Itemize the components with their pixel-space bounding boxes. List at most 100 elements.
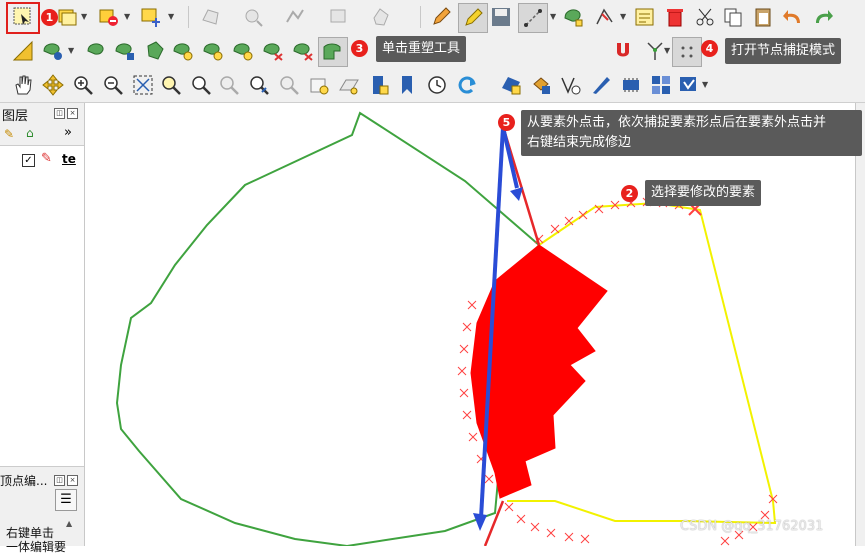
temporal-icon[interactable] [426, 74, 448, 96]
vertex-panel-title: 顶点编... [0, 474, 48, 488]
selected-feature[interactable] [470, 244, 608, 499]
step-5-badge: 5 [498, 114, 515, 131]
snapping-magnet-icon[interactable] [612, 40, 634, 62]
chevron-down-icon[interactable]: ▼ [664, 46, 670, 55]
add-line-icon [284, 6, 306, 28]
copy-icon[interactable] [722, 6, 744, 28]
offset-icon[interactable] [202, 40, 224, 62]
vertex-label-icon[interactable] [560, 74, 582, 96]
chevron-down-icon[interactable]: ▼ [81, 12, 87, 21]
layer-tree: ✓ ✎ te [0, 145, 84, 467]
watermark: CSDN @qq_31762031 [680, 519, 824, 534]
label-icon[interactable] [500, 74, 522, 96]
hint-line-1: 右键单击 [6, 526, 55, 540]
pan-to-selection-icon[interactable] [42, 74, 64, 96]
save-edits-icon[interactable] [490, 6, 512, 28]
snap-vertex-icon[interactable] [672, 37, 702, 67]
show-bookmarks-icon[interactable] [368, 74, 390, 96]
step-4-badge: 4 [701, 40, 718, 57]
delete-part-icon[interactable] [262, 40, 284, 62]
edit-attributes-icon[interactable] [634, 6, 656, 28]
layer-visibility-checkbox[interactable]: ✓ [22, 154, 35, 167]
toolbar-row-3: ▼ [0, 68, 865, 103]
rule-label-icon[interactable] [530, 74, 552, 96]
zoom-out-icon[interactable] [102, 74, 124, 96]
filter-icon[interactable]: ⌂ [26, 126, 34, 140]
tooltip-snap-mode: 打开节点捕捉模式 [725, 38, 842, 64]
measure-icon[interactable] [12, 40, 34, 62]
chevron-down-icon[interactable]: ▼ [702, 80, 708, 89]
diagram-icon[interactable] [590, 74, 612, 96]
hint-line-2: 一体编辑要 [6, 540, 67, 554]
deselect-icon[interactable] [98, 6, 120, 28]
reshape-icon[interactable] [318, 37, 348, 67]
refresh-icon[interactable] [456, 74, 478, 96]
show-hide-icon[interactable] [650, 74, 672, 96]
move-label-icon[interactable] [678, 74, 700, 96]
paste-icon[interactable] [752, 6, 774, 28]
cut-icon[interactable] [694, 6, 716, 28]
identify-icon[interactable] [56, 6, 78, 28]
menu-icon[interactable]: ☰ [55, 489, 77, 511]
digitize-icon[interactable] [518, 3, 548, 33]
new-bookmark-icon[interactable] [308, 74, 330, 96]
map-canvas[interactable] [85, 103, 855, 546]
vertex-tool-icon[interactable] [594, 6, 616, 28]
undo-icon[interactable] [782, 6, 804, 28]
float-panel-icon[interactable]: ◫ [54, 108, 65, 119]
float-panel-icon[interactable]: ◫ [54, 475, 65, 486]
chevron-down-icon[interactable]: ▼ [550, 12, 556, 21]
chevron-down-icon[interactable]: ▼ [620, 12, 626, 21]
edit-mode-icon: ✎ [41, 151, 52, 166]
add-point-icon [242, 6, 264, 28]
delete-part-icon[interactable] [292, 40, 314, 62]
toggle-editing-icon[interactable] [458, 3, 488, 33]
zoom-in-icon[interactable] [72, 74, 94, 96]
rotate-icon[interactable] [86, 40, 108, 62]
pan-icon[interactable] [12, 74, 34, 96]
snap-vertex-icon[interactable] [644, 40, 666, 62]
scroll-up-icon[interactable]: ▲ [66, 519, 72, 528]
close-icon[interactable]: × [67, 108, 78, 119]
layer-name[interactable]: te [62, 152, 76, 166]
paint-icon[interactable]: ✎ [4, 127, 14, 141]
close-icon[interactable]: × [67, 475, 78, 486]
zoom-full-icon[interactable] [132, 74, 154, 96]
add-ring-icon [328, 6, 350, 28]
zoom-native-icon [218, 74, 240, 96]
vertex-panel-hint: 右键单击 一体编辑要 [6, 526, 66, 554]
tooltip-reshape-tool: 单击重塑工具 [376, 36, 467, 62]
zoom-last-icon[interactable] [248, 74, 270, 96]
simplify-icon[interactable] [114, 40, 136, 62]
green-polygon[interactable] [115, 111, 541, 546]
tooltip-select-feature: 选择要修改的要素 [645, 180, 762, 206]
layers-panel: 图层 ◫ × ✎ ⌂ » ✓ ✎ te 顶点编... ◫ × ☰ ▲ 右键单击 … [0, 103, 85, 554]
merge-icon[interactable] [172, 40, 194, 62]
add-part-icon[interactable] [42, 40, 64, 62]
pin-labels-icon[interactable] [620, 74, 642, 96]
zoom-selection-icon[interactable] [190, 74, 212, 96]
tip5-line-2: 右键结束完成修边 [527, 135, 632, 150]
show-bookmarks-icon[interactable] [396, 74, 418, 96]
add-ring-icon [370, 6, 392, 28]
tip5-line-1: 从要素外点击，依次捕捉要素形点后在要素外点击并 [527, 115, 827, 130]
pencil-icon[interactable] [430, 6, 452, 28]
delete-icon[interactable] [664, 6, 686, 28]
chevron-down-icon[interactable]: ▼ [124, 12, 130, 21]
select-location-icon[interactable] [140, 6, 162, 28]
add-feature-icon[interactable] [562, 6, 584, 28]
step-1-badge: 1 [41, 9, 58, 26]
step-3-badge: 3 [351, 40, 368, 57]
select-tool-highlight [6, 2, 40, 34]
add-polygon-icon [200, 6, 222, 28]
chevron-down-icon[interactable]: ▼ [168, 12, 174, 21]
tooltip-reshape-instruction: 从要素外点击，依次捕捉要素形点后在要素外点击并 右键结束完成修边 [521, 110, 862, 156]
redo-icon[interactable] [812, 6, 834, 28]
chevron-down-icon[interactable]: ▼ [68, 46, 74, 55]
expand-toolbar-button[interactable]: » [64, 125, 72, 140]
fill-ring-icon[interactable] [232, 40, 254, 62]
split-icon[interactable] [144, 40, 166, 62]
show-bookmarks-icon[interactable] [338, 74, 360, 96]
zoom-layer-icon[interactable] [160, 74, 182, 96]
right-panel-edge [855, 103, 865, 546]
